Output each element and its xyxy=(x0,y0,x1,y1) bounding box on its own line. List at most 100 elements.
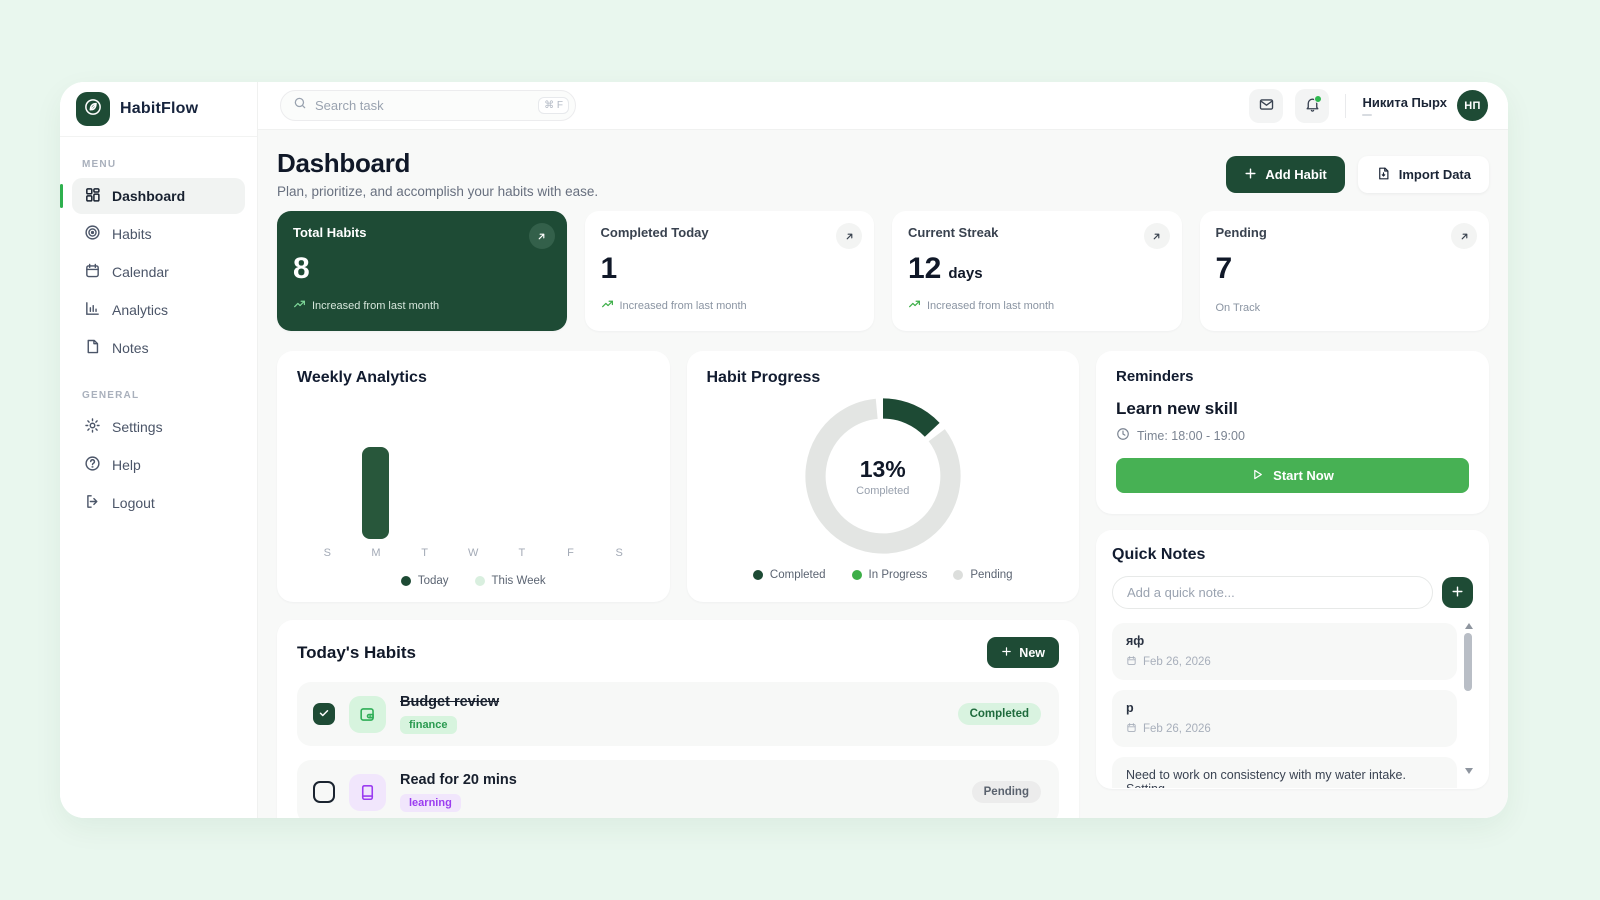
note-text: р xyxy=(1126,701,1443,715)
arrow-up-right-icon[interactable] xyxy=(529,223,555,249)
stat-value: 12 xyxy=(908,252,941,286)
search-box[interactable]: ⌘ F xyxy=(280,90,576,121)
topbar-divider xyxy=(1345,94,1346,118)
note-text: Need to work on consistency with my wate… xyxy=(1126,768,1443,788)
logout-icon xyxy=(84,493,101,513)
stat-note-text: Increased from last month xyxy=(312,300,439,312)
habit-row: Read for 20 mins learning Pending xyxy=(297,760,1059,818)
add-habit-label: Add Habit xyxy=(1265,167,1326,182)
add-note-button[interactable] xyxy=(1442,577,1473,608)
sidebar-item-dashboard[interactable]: Dashboard xyxy=(72,178,245,214)
stat-label: Total Habits xyxy=(293,225,551,240)
legend-dot xyxy=(753,570,763,580)
sidebar-item-label: Logout xyxy=(112,495,155,511)
plus-icon xyxy=(1451,585,1464,601)
day-label: T xyxy=(400,547,449,559)
day-label: S xyxy=(303,547,352,559)
sidebar-item-notes[interactable]: Notes xyxy=(72,330,245,366)
stat-note-text: On Track xyxy=(1216,302,1261,314)
sidebar-item-label: Notes xyxy=(112,340,149,356)
stat-label: Completed Today xyxy=(601,225,859,240)
start-now-label: Start Now xyxy=(1273,468,1334,483)
reminder-task: Learn new skill xyxy=(1116,399,1469,419)
notifications-button[interactable] xyxy=(1295,89,1329,123)
bar-M-1 xyxy=(352,397,401,539)
trending-up-icon xyxy=(293,298,306,314)
sidebar-item-settings[interactable]: Settings xyxy=(72,409,245,445)
search-shortcut-badge: ⌘ F xyxy=(538,97,569,114)
notification-dot xyxy=(1314,95,1322,103)
scroll-up-arrow[interactable] xyxy=(1465,623,1473,629)
calendar-icon xyxy=(1126,722,1137,736)
mail-button[interactable] xyxy=(1249,89,1283,123)
habit-checkbox-checked[interactable] xyxy=(313,703,335,725)
legend-dot xyxy=(475,576,485,586)
stat-card-completed-today: Completed Today 1 Increased from last mo… xyxy=(585,211,875,331)
new-habit-button[interactable]: New xyxy=(987,637,1059,668)
weekly-day-labels: SMTWTFS xyxy=(297,547,650,559)
sidebar-item-label: Calendar xyxy=(112,264,169,280)
habit-checkbox-unchecked[interactable] xyxy=(313,781,335,803)
bar-S-6 xyxy=(595,397,644,539)
search-input[interactable] xyxy=(315,98,530,113)
day-label: F xyxy=(546,547,595,559)
legend-pending: Pending xyxy=(953,569,1012,581)
add-habit-button[interactable]: Add Habit xyxy=(1226,156,1344,193)
note-item: р Feb 26, 2026 xyxy=(1112,690,1457,747)
habit-row: Budget review finance Completed xyxy=(297,682,1059,746)
menu-list: Dashboard Habits Calendar xyxy=(60,178,257,368)
bar-chart-icon xyxy=(84,300,101,320)
sidebar-item-logout[interactable]: Logout xyxy=(72,485,245,521)
legend-completed: Completed xyxy=(753,569,826,581)
arrow-up-right-icon[interactable] xyxy=(1144,223,1170,249)
user-chip[interactable]: Никита Пырх НП xyxy=(1362,90,1488,121)
weekly-analytics-title: Weekly Analytics xyxy=(297,369,650,387)
quick-notes-title: Quick Notes xyxy=(1112,546,1473,564)
arrow-up-right-icon[interactable] xyxy=(836,223,862,249)
weekly-bar-chart xyxy=(297,397,650,539)
stat-label: Pending xyxy=(1216,225,1474,240)
habit-tag: learning xyxy=(400,794,461,812)
legend-dot xyxy=(953,570,963,580)
check-icon xyxy=(318,707,330,722)
legend-this-week: This Week xyxy=(475,575,546,587)
import-data-label: Import Data xyxy=(1399,167,1471,182)
file-import-icon xyxy=(1376,166,1391,184)
app-title: HabitFlow xyxy=(120,100,198,118)
sidebar-item-label: Settings xyxy=(112,419,163,435)
app-window: HabitFlow MENU Dashboard Habi xyxy=(60,82,1508,818)
book-icon xyxy=(349,774,386,811)
note-date-text: Feb 26, 2026 xyxy=(1143,723,1211,735)
start-now-button[interactable]: Start Now xyxy=(1116,458,1469,493)
stat-value: 8 xyxy=(293,252,310,286)
habit-progress-card: Habit Progress 13% Completed xyxy=(687,351,1080,602)
sidebar-item-analytics[interactable]: Analytics xyxy=(72,292,245,328)
sidebar-item-help[interactable]: Help xyxy=(72,447,245,483)
page-subtitle: Plan, prioritize, and accomplish your ha… xyxy=(277,184,598,199)
note-item: Need to work on consistency with my wate… xyxy=(1112,757,1457,788)
arrow-up-right-icon[interactable] xyxy=(1451,223,1477,249)
sidebar-item-label: Habits xyxy=(112,226,152,242)
plus-icon xyxy=(1244,167,1257,183)
progress-center-label: Completed xyxy=(856,485,909,497)
status-badge: Completed xyxy=(958,703,1041,725)
sidebar-item-calendar[interactable]: Calendar xyxy=(72,254,245,290)
sidebar-item-habits[interactable]: Habits xyxy=(72,216,245,252)
scrollbar-thumb[interactable] xyxy=(1464,633,1472,691)
stat-value: 1 xyxy=(601,252,618,286)
plus-icon xyxy=(1001,646,1012,660)
quick-note-input[interactable] xyxy=(1112,576,1433,609)
bar-W-3 xyxy=(449,397,498,539)
reminders-title: Reminders xyxy=(1116,368,1469,385)
import-data-button[interactable]: Import Data xyxy=(1358,156,1489,193)
trending-up-icon xyxy=(601,298,614,314)
scroll-down-arrow[interactable] xyxy=(1465,768,1473,774)
stat-value: 7 xyxy=(1216,252,1233,286)
legend-dot xyxy=(401,576,411,586)
bar-T-2 xyxy=(400,397,449,539)
habitflow-logo xyxy=(76,92,110,126)
stat-card-total-habits: Total Habits 8 Increased from last month xyxy=(277,211,567,331)
notes-scrollbar[interactable] xyxy=(1463,623,1473,774)
bar-F-5 xyxy=(546,397,595,539)
stat-card-current-streak: Current Streak 12 days Increased from la… xyxy=(892,211,1182,331)
